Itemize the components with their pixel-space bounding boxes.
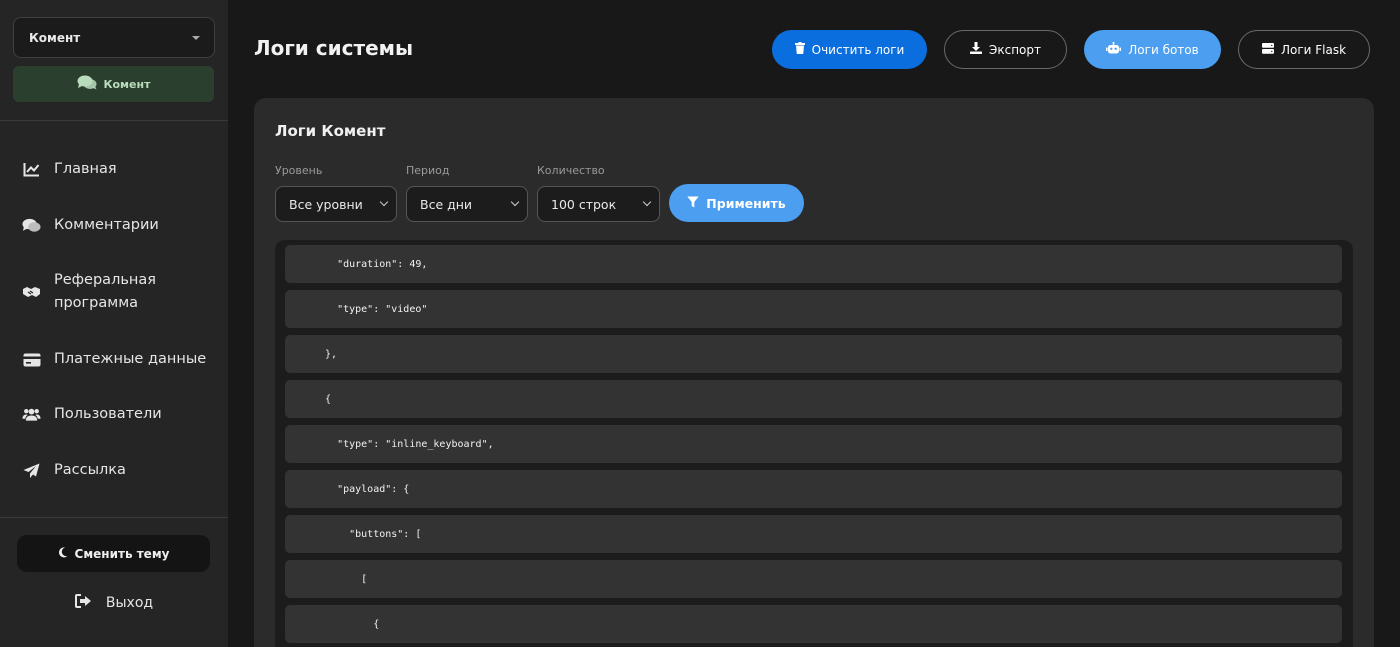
- count-select-value: 100 строк: [551, 196, 617, 212]
- change-theme-label: Сменить тему: [74, 546, 170, 561]
- chevron-down-icon: [510, 197, 520, 207]
- logout-label: Выход: [105, 595, 154, 611]
- moon-icon: [58, 546, 68, 561]
- logout-button[interactable]: Выход: [0, 594, 228, 612]
- chart-line-icon: [22, 161, 41, 179]
- export-button[interactable]: Экспорт: [944, 30, 1067, 69]
- sidebar-item-mailing[interactable]: Рассылка: [0, 459, 228, 482]
- apply-filters-button[interactable]: Применить: [669, 184, 804, 222]
- chevron-down-icon: [642, 197, 652, 207]
- log-line: "buttons": [: [285, 515, 1342, 553]
- chevron-down-icon: [379, 197, 389, 207]
- clear-logs-button[interactable]: Очистить логи: [772, 30, 927, 69]
- clear-logs-label: Очистить логи: [811, 42, 905, 57]
- credit-card-icon: [22, 351, 41, 369]
- period-select-value: Все дни: [420, 196, 473, 212]
- change-theme-button[interactable]: Сменить тему: [17, 535, 210, 572]
- sidebar-item-label: Платежные данные: [54, 351, 207, 367]
- sidebar-item-label: Пользователи: [54, 406, 162, 422]
- sidebar-item-home[interactable]: Главная: [0, 158, 228, 181]
- level-filter-label: Уровень: [275, 164, 323, 177]
- count-select[interactable]: 100 строк: [537, 186, 660, 222]
- comments-icon: [77, 75, 97, 93]
- sidebar: Комент Комент Главная Комментарии Рефера…: [0, 0, 228, 647]
- filter-icon: [687, 196, 699, 211]
- sign-out-icon: [74, 594, 92, 612]
- period-select[interactable]: Все дни: [406, 186, 528, 222]
- log-output[interactable]: "duration": 49, "type": "video" }, { "ty…: [275, 240, 1353, 647]
- sidebar-item-users[interactable]: Пользователи: [0, 403, 228, 426]
- bot-select-value: Комент: [29, 30, 81, 45]
- handshake-icon: [22, 283, 41, 301]
- sidebar-item-label: Рассылка: [54, 462, 126, 478]
- flask-logs-button[interactable]: Логи Flask: [1238, 30, 1370, 69]
- flask-logs-label: Логи Flask: [1280, 42, 1347, 57]
- log-line: [: [285, 560, 1342, 598]
- sidebar-item-label: Комментарии: [54, 217, 159, 233]
- export-label: Экспорт: [988, 42, 1042, 57]
- server-icon: [1261, 42, 1274, 57]
- log-line: {: [285, 380, 1342, 418]
- logs-card: Логи Комент Уровень Период Количество Вс…: [254, 98, 1374, 647]
- paper-plane-icon: [22, 462, 41, 480]
- sidebar-item-label: Реферальная программа: [54, 272, 156, 311]
- divider: [0, 120, 228, 121]
- sidebar-item-comments[interactable]: Комментарии: [0, 214, 228, 237]
- level-select[interactable]: Все уровни: [275, 186, 397, 222]
- bot-select[interactable]: Комент: [13, 17, 215, 58]
- log-line: "type": "video": [285, 290, 1342, 328]
- users-icon: [22, 406, 41, 424]
- bot-logs-label: Логи ботов: [1128, 42, 1199, 57]
- robot-icon: [1106, 41, 1122, 57]
- log-line: "payload": {: [285, 470, 1342, 508]
- log-line: {: [285, 605, 1342, 643]
- log-line: "type": "inline_keyboard",: [285, 425, 1342, 463]
- comments-icon: [22, 217, 41, 235]
- log-line: },: [285, 335, 1342, 373]
- page-title: Логи системы: [254, 36, 414, 60]
- sidebar-item-label: Главная: [54, 161, 117, 177]
- level-select-value: Все уровни: [289, 196, 363, 212]
- active-bot-label: Комент: [103, 77, 151, 91]
- divider: [0, 517, 228, 518]
- log-line: "duration": 49,: [285, 245, 1342, 283]
- logs-card-title: Логи Комент: [275, 122, 386, 140]
- trash-icon: [794, 42, 805, 57]
- sidebar-item-referral[interactable]: Реферальная программа: [0, 269, 228, 315]
- download-icon: [969, 42, 982, 57]
- active-bot-badge[interactable]: Комент: [13, 66, 214, 102]
- bot-logs-button[interactable]: Логи ботов: [1084, 30, 1221, 69]
- apply-filters-label: Применить: [706, 195, 786, 211]
- period-filter-label: Период: [406, 164, 450, 177]
- sidebar-item-payments[interactable]: Платежные данные: [0, 348, 228, 371]
- caret-down-icon: [192, 36, 200, 40]
- count-filter-label: Количество: [537, 164, 605, 177]
